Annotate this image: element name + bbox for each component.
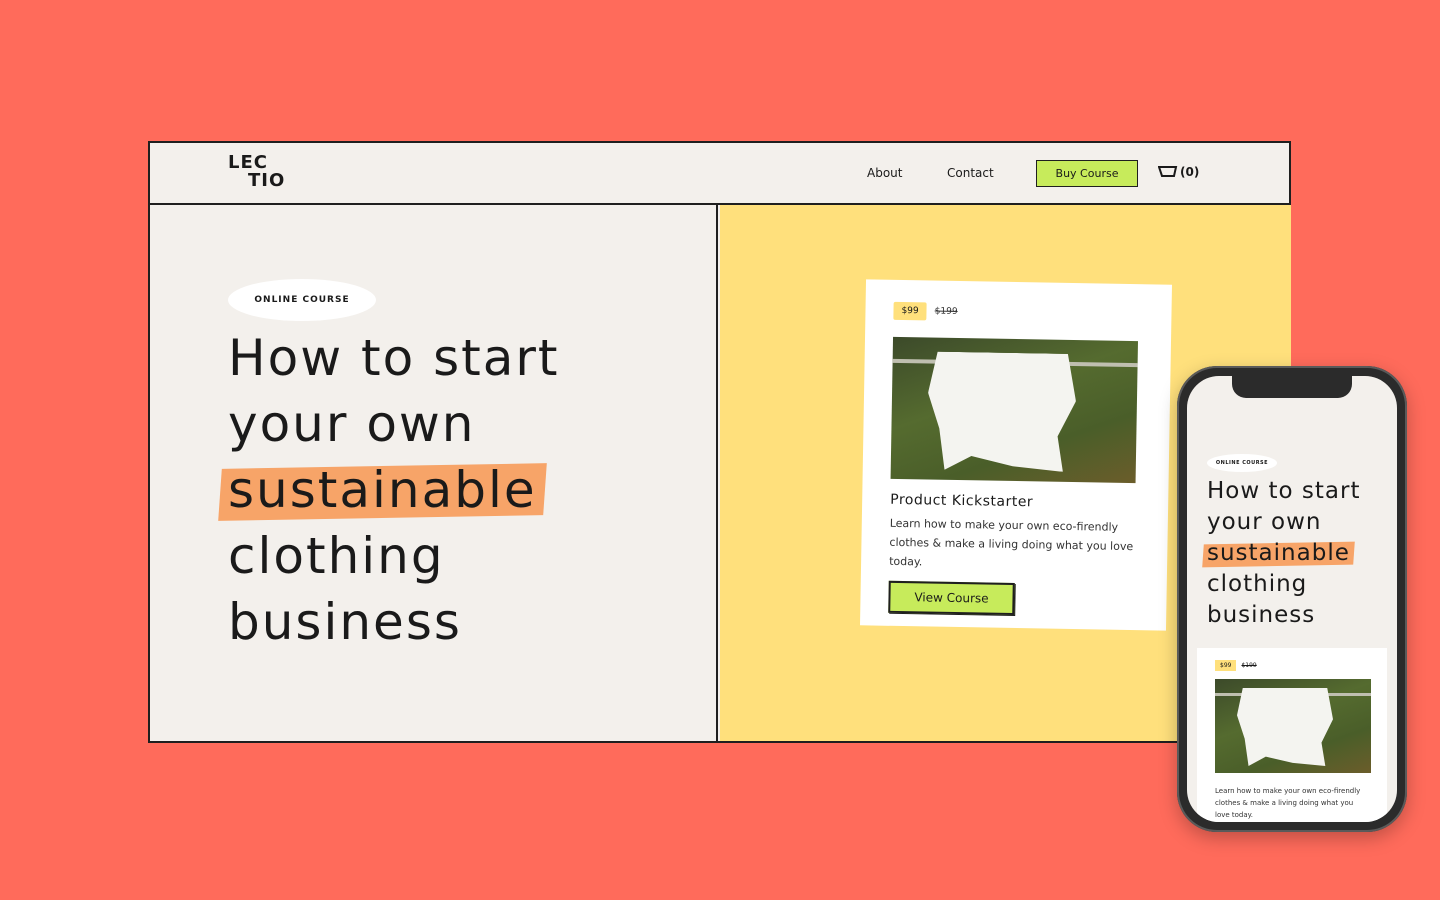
headline-line-5: business [228,593,462,651]
logo[interactable]: LEC TIO [228,154,285,190]
cart-icon [1158,166,1178,177]
mobile-headline-highlight: sustainable [1207,538,1350,569]
price-current: $99 [893,301,927,321]
headline-line-4: clothing [228,527,445,585]
mobile-headline-highlight-text: sustainable [1207,540,1350,566]
top-nav: LEC TIO About Contact Buy Course (0) [150,143,1289,205]
phone-screen: ONLINE COURSE How to start your own sust… [1187,376,1397,822]
mobile-headline-line-1: How to start [1207,478,1361,504]
mobile-headline-line-5: business [1207,602,1316,628]
phone-notch [1232,376,1352,398]
hero-headline: How to start your own sustainable clothi… [228,325,560,655]
mobile-headline-line-2: your own [1207,509,1322,535]
mobile-online-course-badge: ONLINE COURSE [1207,454,1277,472]
view-course-button[interactable]: View Course [888,580,1015,615]
course-description: Learn how to make your own eco-firendly … [889,516,1134,569]
mobile-product-photo [1215,679,1371,773]
photo-tshirt [927,351,1077,472]
mobile-course-card: $99 $199 Learn how to make your own eco-… [1197,648,1387,822]
mobile-price-original: $199 [1241,662,1257,669]
mobile-hero-headline: How to start your own sustainable clothi… [1207,476,1360,631]
price-original: $199 [934,306,958,317]
course-card: $99 $199 Product Kickstarter Learn how t… [860,279,1172,631]
mobile-phone-preview: ONLINE COURSE How to start your own sust… [1177,366,1407,832]
online-course-badge: ONLINE COURSE [228,279,376,321]
desktop-site-preview: LEC TIO About Contact Buy Course (0) ONL… [148,141,1291,743]
mobile-price-row: $99 $199 [1215,660,1369,671]
buy-course-button[interactable]: Buy Course [1036,160,1138,187]
page: { "brand": { "logo_line1": "LEC", "logo_… [0,0,1440,900]
headline-highlight-text: sustainable [228,461,537,519]
headline-line-1: How to start [228,329,560,387]
mobile-price-current: $99 [1215,660,1237,671]
mobile-course-description: Learn how to make your own eco-firendly … [1215,787,1361,819]
nav-contact-link[interactable]: Contact [947,166,994,180]
product-photo [890,336,1139,484]
price-row: $99 $199 [893,301,1143,324]
logo-line-2: TIO [248,170,286,191]
headline-line-2: your own [228,395,476,453]
cart-button[interactable]: (0) [1158,165,1199,179]
course-title: Product Kickstarter [890,491,1034,511]
mobile-headline-line-4: clothing [1207,571,1308,597]
nav-about-link[interactable]: About [867,166,902,180]
hero-left-pane: ONLINE COURSE How to start your own sust… [150,205,718,741]
cart-count: (0) [1180,165,1200,179]
mobile-photo-tshirt [1237,688,1333,766]
headline-highlight: sustainable [228,457,537,523]
